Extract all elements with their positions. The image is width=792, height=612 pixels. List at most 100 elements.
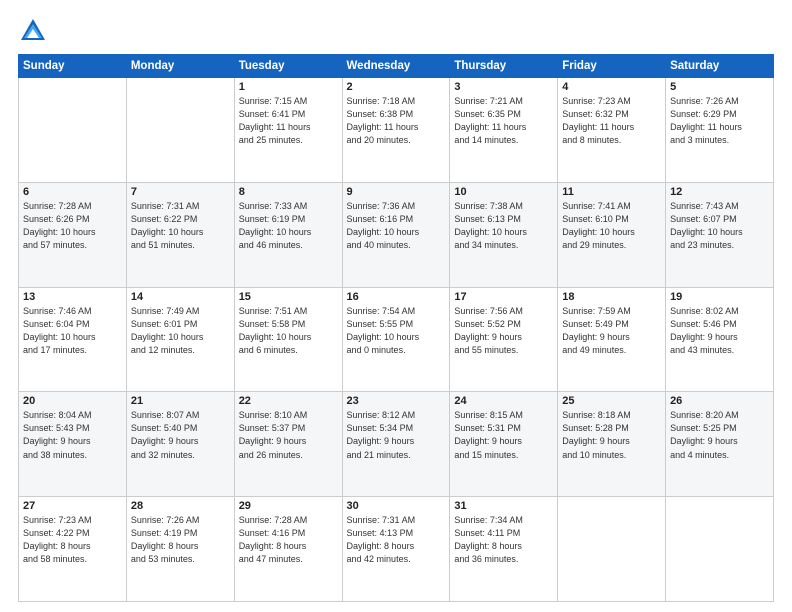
logo-icon: [18, 16, 48, 46]
day-info: Sunrise: 7:26 AMSunset: 4:19 PMDaylight:…: [131, 514, 230, 566]
day-info: Sunrise: 8:10 AMSunset: 5:37 PMDaylight:…: [239, 409, 338, 461]
day-number: 20: [23, 395, 122, 407]
day-info: Sunrise: 7:31 AMSunset: 4:13 PMDaylight:…: [347, 514, 446, 566]
day-number: 31: [454, 500, 553, 512]
day-info: Sunrise: 7:23 AMSunset: 6:32 PMDaylight:…: [562, 95, 661, 147]
day-info: Sunrise: 7:56 AMSunset: 5:52 PMDaylight:…: [454, 305, 553, 357]
day-info: Sunrise: 7:43 AMSunset: 6:07 PMDaylight:…: [670, 200, 769, 252]
calendar-cell: 4 Sunrise: 7:23 AMSunset: 6:32 PMDaylight…: [558, 78, 666, 183]
day-number: 19: [670, 291, 769, 303]
calendar-header-tuesday: Tuesday: [234, 55, 342, 78]
day-number: 14: [131, 291, 230, 303]
calendar-cell: 14 Sunrise: 7:49 AMSunset: 6:01 PMDayligh…: [126, 287, 234, 392]
day-number: 21: [131, 395, 230, 407]
day-info: Sunrise: 8:12 AMSunset: 5:34 PMDaylight:…: [347, 409, 446, 461]
day-info: Sunrise: 7:15 AMSunset: 6:41 PMDaylight:…: [239, 95, 338, 147]
calendar-cell: 9 Sunrise: 7:36 AMSunset: 6:16 PMDaylight…: [342, 182, 450, 287]
calendar-week-row: 27 Sunrise: 7:23 AMSunset: 4:22 PMDayligh…: [19, 497, 774, 602]
calendar-cell: [666, 497, 774, 602]
day-info: Sunrise: 8:04 AMSunset: 5:43 PMDaylight:…: [23, 409, 122, 461]
day-number: 17: [454, 291, 553, 303]
calendar-cell: 27 Sunrise: 7:23 AMSunset: 4:22 PMDayligh…: [19, 497, 127, 602]
calendar-header-saturday: Saturday: [666, 55, 774, 78]
day-number: 10: [454, 186, 553, 198]
calendar-header-thursday: Thursday: [450, 55, 558, 78]
day-number: 3: [454, 81, 553, 93]
calendar-cell: 3 Sunrise: 7:21 AMSunset: 6:35 PMDaylight…: [450, 78, 558, 183]
calendar-cell: 22 Sunrise: 8:10 AMSunset: 5:37 PMDayligh…: [234, 392, 342, 497]
calendar-cell: 23 Sunrise: 8:12 AMSunset: 5:34 PMDayligh…: [342, 392, 450, 497]
day-info: Sunrise: 7:23 AMSunset: 4:22 PMDaylight:…: [23, 514, 122, 566]
day-number: 12: [670, 186, 769, 198]
calendar-cell: 7 Sunrise: 7:31 AMSunset: 6:22 PMDaylight…: [126, 182, 234, 287]
day-number: 9: [347, 186, 446, 198]
day-number: 30: [347, 500, 446, 512]
calendar-cell: 10 Sunrise: 7:38 AMSunset: 6:13 PMDayligh…: [450, 182, 558, 287]
day-number: 24: [454, 395, 553, 407]
calendar-cell: 18Sunrise: 7:59 AMSunset: 5:49 PMDayligh…: [558, 287, 666, 392]
day-number: 26: [670, 395, 769, 407]
calendar-cell: 5Sunrise: 7:26 AMSunset: 6:29 PMDaylight…: [666, 78, 774, 183]
calendar-cell: 31 Sunrise: 7:34 AMSunset: 4:11 PMDayligh…: [450, 497, 558, 602]
calendar-week-row: 6 Sunrise: 7:28 AMSunset: 6:26 PMDaylight…: [19, 182, 774, 287]
day-number: 25: [562, 395, 661, 407]
calendar-week-row: 1Sunrise: 7:15 AMSunset: 6:41 PMDaylight…: [19, 78, 774, 183]
day-info: Sunrise: 7:36 AMSunset: 6:16 PMDaylight:…: [347, 200, 446, 252]
day-info: Sunrise: 8:20 AMSunset: 5:25 PMDaylight:…: [670, 409, 769, 461]
day-number: 29: [239, 500, 338, 512]
day-info: Sunrise: 7:21 AMSunset: 6:35 PMDaylight:…: [454, 95, 553, 147]
calendar-cell: 16Sunrise: 7:54 AMSunset: 5:55 PMDayligh…: [342, 287, 450, 392]
calendar-cell: [126, 78, 234, 183]
day-number: 6: [23, 186, 122, 198]
logo: [18, 16, 52, 46]
day-number: 18: [562, 291, 661, 303]
calendar-cell: 6 Sunrise: 7:28 AMSunset: 6:26 PMDaylight…: [19, 182, 127, 287]
day-info: Sunrise: 7:28 AMSunset: 6:26 PMDaylight:…: [23, 200, 122, 252]
day-info: Sunrise: 8:02 AMSunset: 5:46 PMDaylight:…: [670, 305, 769, 357]
day-number: 7: [131, 186, 230, 198]
day-number: 8: [239, 186, 338, 198]
day-number: 11: [562, 186, 661, 198]
day-info: Sunrise: 7:41 AMSunset: 6:10 PMDaylight:…: [562, 200, 661, 252]
calendar-header-row: SundayMondayTuesdayWednesdayThursdayFrid…: [19, 55, 774, 78]
calendar-cell: 30 Sunrise: 7:31 AMSunset: 4:13 PMDayligh…: [342, 497, 450, 602]
calendar-cell: 28 Sunrise: 7:26 AMSunset: 4:19 PMDayligh…: [126, 497, 234, 602]
calendar-cell: 8 Sunrise: 7:33 AMSunset: 6:19 PMDaylight…: [234, 182, 342, 287]
page: SundayMondayTuesdayWednesdayThursdayFrid…: [0, 0, 792, 612]
day-number: 22: [239, 395, 338, 407]
day-number: 28: [131, 500, 230, 512]
calendar-cell: 29Sunrise: 7:28 AMSunset: 4:16 PMDayligh…: [234, 497, 342, 602]
day-info: Sunrise: 8:07 AMSunset: 5:40 PMDaylight:…: [131, 409, 230, 461]
day-info: Sunrise: 7:34 AMSunset: 4:11 PMDaylight:…: [454, 514, 553, 566]
calendar-header-sunday: Sunday: [19, 55, 127, 78]
day-info: Sunrise: 7:49 AMSunset: 6:01 PMDaylight:…: [131, 305, 230, 357]
calendar-cell: 17 Sunrise: 7:56 AMSunset: 5:52 PMDayligh…: [450, 287, 558, 392]
day-info: Sunrise: 7:51 AMSunset: 5:58 PMDaylight:…: [239, 305, 338, 357]
day-number: 13: [23, 291, 122, 303]
calendar-cell: 24Sunrise: 8:15 AMSunset: 5:31 PMDayligh…: [450, 392, 558, 497]
calendar-cell: 11 Sunrise: 7:41 AMSunset: 6:10 PMDayligh…: [558, 182, 666, 287]
day-info: Sunrise: 7:18 AMSunset: 6:38 PMDaylight:…: [347, 95, 446, 147]
day-number: 15: [239, 291, 338, 303]
day-number: 27: [23, 500, 122, 512]
day-info: Sunrise: 7:54 AMSunset: 5:55 PMDaylight:…: [347, 305, 446, 357]
calendar-cell: [19, 78, 127, 183]
day-number: 2: [347, 81, 446, 93]
calendar-header-friday: Friday: [558, 55, 666, 78]
calendar-cell: 25Sunrise: 8:18 AMSunset: 5:28 PMDayligh…: [558, 392, 666, 497]
calendar-cell: 21 Sunrise: 8:07 AMSunset: 5:40 PMDayligh…: [126, 392, 234, 497]
calendar-header-monday: Monday: [126, 55, 234, 78]
day-info: Sunrise: 7:31 AMSunset: 6:22 PMDaylight:…: [131, 200, 230, 252]
day-number: 23: [347, 395, 446, 407]
day-number: 4: [562, 81, 661, 93]
calendar-cell: 12 Sunrise: 7:43 AMSunset: 6:07 PMDayligh…: [666, 182, 774, 287]
calendar-cell: 20 Sunrise: 8:04 AMSunset: 5:43 PMDayligh…: [19, 392, 127, 497]
day-info: Sunrise: 7:38 AMSunset: 6:13 PMDaylight:…: [454, 200, 553, 252]
day-info: Sunrise: 7:33 AMSunset: 6:19 PMDaylight:…: [239, 200, 338, 252]
calendar-cell: 1Sunrise: 7:15 AMSunset: 6:41 PMDaylight…: [234, 78, 342, 183]
calendar-cell: 15 Sunrise: 7:51 AMSunset: 5:58 PMDayligh…: [234, 287, 342, 392]
calendar-cell: 19 Sunrise: 8:02 AMSunset: 5:46 PMDayligh…: [666, 287, 774, 392]
calendar-week-row: 13Sunrise: 7:46 AMSunset: 6:04 PMDayligh…: [19, 287, 774, 392]
header: [18, 16, 774, 46]
day-info: Sunrise: 7:26 AMSunset: 6:29 PMDaylight:…: [670, 95, 769, 147]
